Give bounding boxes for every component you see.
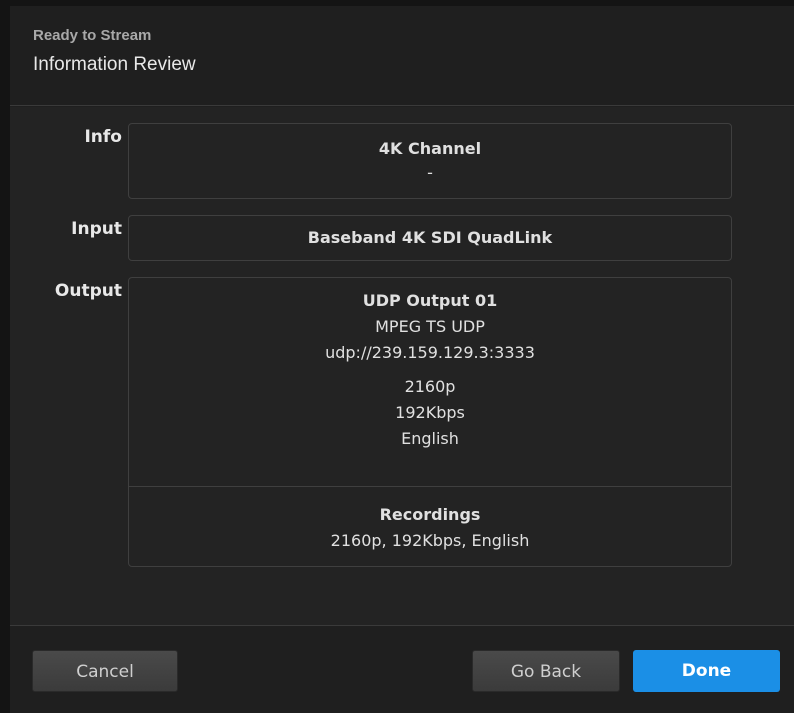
recordings-section: Recordings 2160p, 192Kbps, English bbox=[129, 486, 731, 553]
output-language: English bbox=[401, 429, 459, 448]
input-label: Input bbox=[71, 219, 122, 239]
info-box: 4K Channel - bbox=[128, 123, 732, 199]
output-details: UDP Output 01 MPEG TS UDP udp://239.159.… bbox=[129, 278, 731, 486]
recordings-details: 2160p, 192Kbps, English bbox=[330, 531, 530, 550]
output-resolution: 2160p bbox=[404, 377, 456, 396]
done-button[interactable]: Done bbox=[633, 650, 780, 692]
output-url: udp://239.159.129.3:3333 bbox=[325, 343, 535, 362]
info-label: Info bbox=[84, 127, 122, 147]
input-name: Baseband 4K SDI QuadLink bbox=[307, 228, 553, 247]
output-box: UDP Output 01 MPEG TS UDP udp://239.159.… bbox=[128, 277, 732, 567]
input-box: Baseband 4K SDI QuadLink bbox=[128, 215, 732, 261]
go-back-button[interactable]: Go Back bbox=[472, 650, 620, 692]
dialog-header: Ready to Stream Information Review bbox=[10, 6, 794, 106]
dialog-subtitle: Ready to Stream bbox=[33, 27, 152, 44]
information-review-dialog: Ready to Stream Information Review Info … bbox=[10, 6, 794, 713]
output-bitrate: 192Kbps bbox=[395, 403, 465, 422]
recordings-title: Recordings bbox=[379, 505, 481, 524]
review-body: Info 4K Channel - Input Baseband 4K SDI … bbox=[10, 107, 794, 625]
output-label: Output bbox=[54, 281, 122, 301]
dialog-footer: Cancel Go Back Done bbox=[10, 625, 794, 713]
cancel-button[interactable]: Cancel bbox=[32, 650, 178, 692]
channel-name: 4K Channel bbox=[378, 139, 482, 158]
output-name: UDP Output 01 bbox=[362, 291, 498, 310]
output-type: MPEG TS UDP bbox=[375, 317, 485, 336]
dialog-title: Information Review bbox=[33, 54, 196, 75]
channel-description: - bbox=[427, 163, 433, 182]
